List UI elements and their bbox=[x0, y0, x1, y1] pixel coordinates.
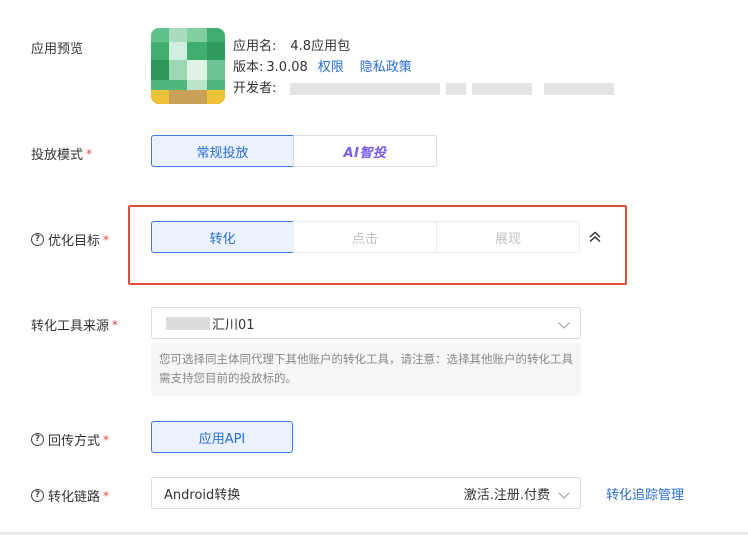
app-developer-row: 开发者: bbox=[233, 78, 615, 99]
conversion-chain-select[interactable]: Android转换 激活.注册.付费 bbox=[151, 477, 581, 509]
help-icon[interactable]: ? bbox=[31, 489, 44, 502]
optimization-goal-label: ? 优化目标 * bbox=[31, 230, 109, 249]
app-api-button[interactable]: 应用API bbox=[151, 421, 293, 453]
app-name-value: 4.8应用包 bbox=[290, 39, 351, 54]
conversion-tracking-manage-link[interactable]: 转化追踪管理 bbox=[606, 484, 684, 503]
highlight-box bbox=[128, 205, 627, 285]
delivery-mode-toggle: 常规投放 AI智投 bbox=[151, 135, 437, 167]
required-mark: * bbox=[103, 488, 110, 503]
required-mark: * bbox=[103, 432, 110, 447]
chevron-down-icon bbox=[558, 487, 570, 499]
delivery-mode-label: 投放模式 * bbox=[31, 146, 93, 164]
help-icon[interactable]: ? bbox=[31, 233, 44, 246]
app-icon bbox=[151, 28, 225, 104]
required-mark: * bbox=[103, 232, 110, 247]
developer-redacted bbox=[290, 82, 441, 95]
conversion-tool-source-value: 汇川01 bbox=[212, 317, 255, 333]
developer-redacted bbox=[544, 82, 615, 95]
help-icon[interactable]: ? bbox=[31, 433, 44, 446]
conversion-chain-events: 激活.注册.付费 bbox=[463, 487, 550, 503]
delivery-mode-regular-button[interactable]: 常规投放 bbox=[151, 135, 294, 167]
delivery-mode-ai-button[interactable]: AI智投 bbox=[293, 135, 437, 167]
chevron-down-icon bbox=[558, 317, 570, 329]
conversion-tool-source-select[interactable]: 汇川01 bbox=[151, 307, 581, 339]
conversion-chain-label: ? 转化链路 * bbox=[31, 486, 109, 505]
developer-redacted bbox=[446, 82, 467, 95]
app-version-value: 3.0.08 bbox=[266, 60, 308, 75]
required-mark: * bbox=[86, 146, 93, 161]
app-name-row: 应用名: 4.8应用包 bbox=[233, 36, 614, 57]
app-info: 应用名: 4.8应用包 版本: 3.0.08 权限 隐私政策 开发者: bbox=[233, 36, 615, 99]
callback-method-label: ? 回传方式 * bbox=[31, 430, 109, 449]
app-preview-label: 应用预览 bbox=[31, 42, 84, 57]
account-redacted bbox=[166, 316, 210, 330]
permission-link[interactable]: 权限 bbox=[318, 57, 344, 78]
required-mark: * bbox=[112, 317, 119, 332]
app-version-row: 版本: 3.0.08 权限 隐私政策 bbox=[233, 57, 614, 78]
conversion-chain-value: Android转换 bbox=[164, 487, 241, 503]
conversion-tool-source-label: 转化工具来源 * bbox=[31, 317, 119, 335]
developer-redacted bbox=[472, 82, 533, 95]
conversion-tool-hint: 您可选择同主体同代理下其他账户的转化工具，请注意：选择其他账户的转化工具需支持您… bbox=[151, 343, 581, 396]
privacy-policy-link[interactable]: 隐私政策 bbox=[360, 57, 412, 78]
